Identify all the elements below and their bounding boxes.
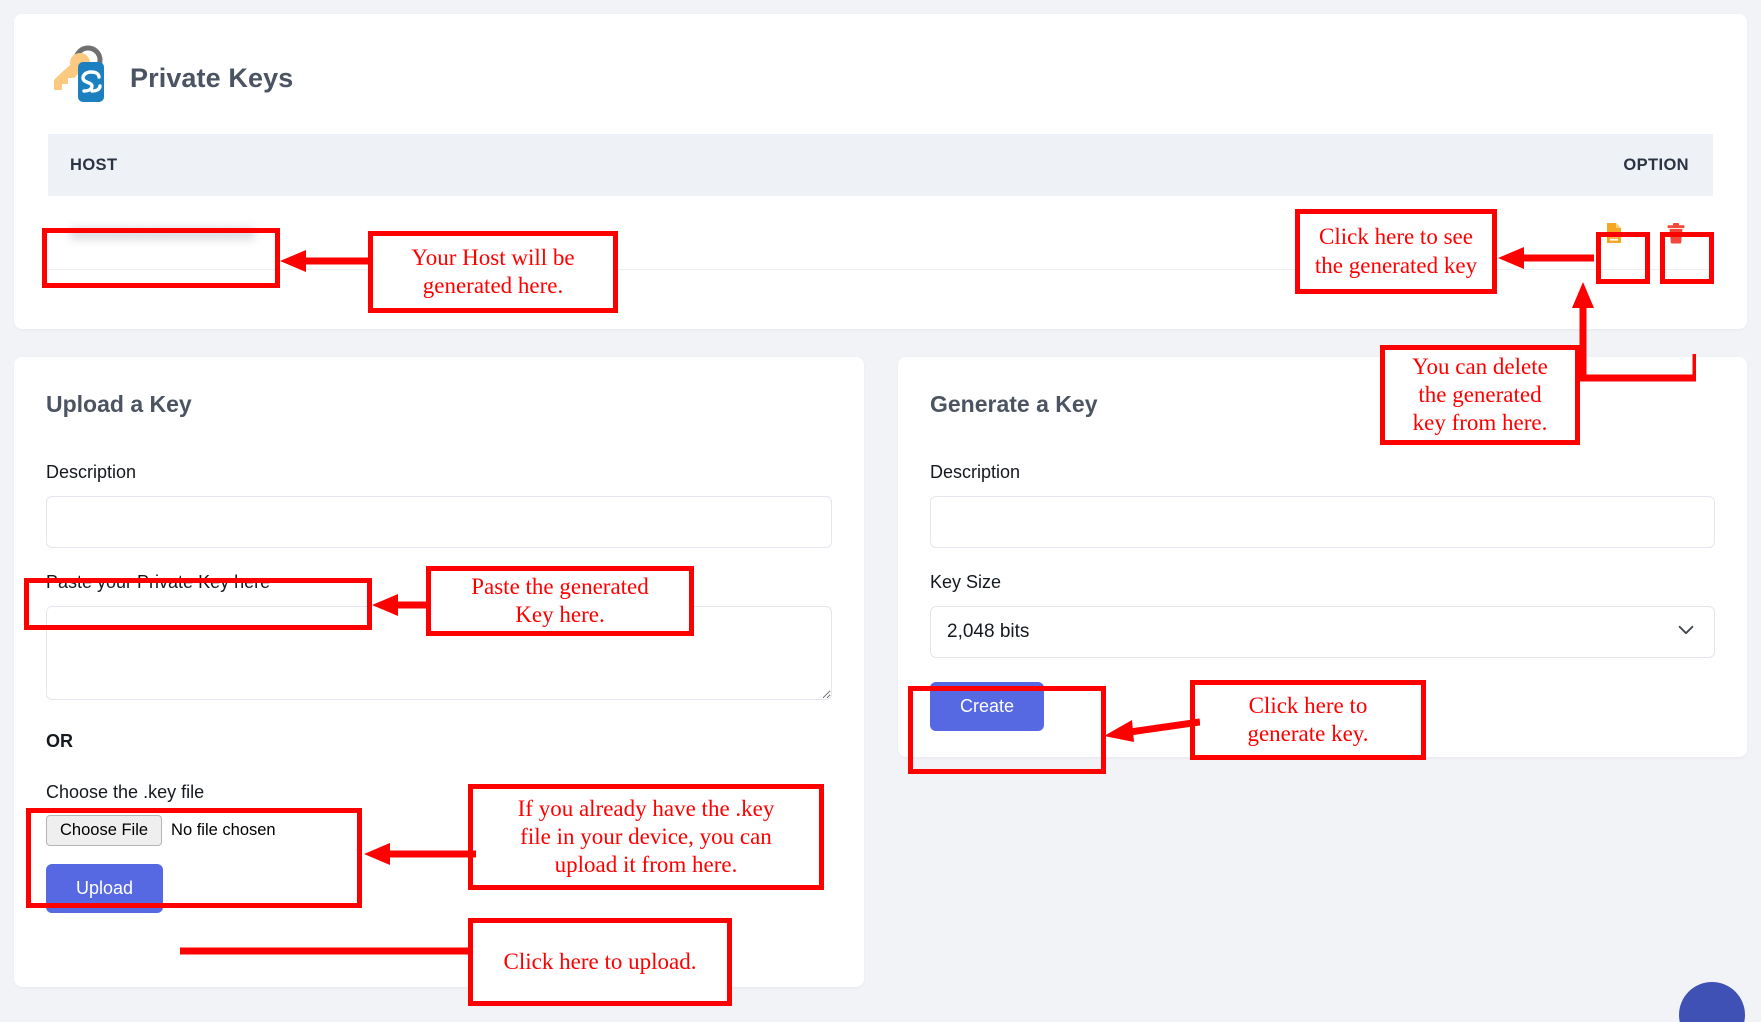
choose-file-label: Choose the .key file (46, 782, 832, 803)
floating-action-button[interactable] (1679, 982, 1745, 1022)
generate-description-input[interactable] (930, 496, 1715, 548)
or-separator: OR (46, 731, 832, 752)
host-value: xxxxxxxxxxxxxxxxxxxxx (70, 223, 255, 243)
upload-key-panel: Upload a Key Description Paste your Priv… (14, 357, 864, 987)
key-size-label: Key Size (930, 572, 1715, 593)
page-header: Private Keys (14, 14, 1747, 134)
create-button[interactable]: Create (930, 682, 1044, 731)
choose-file-button[interactable]: Choose File (46, 815, 162, 846)
private-key-label: Paste your Private Key here (46, 572, 832, 593)
key-size-select[interactable]: 2,048 bits (930, 606, 1715, 658)
upload-description-label: Description (46, 462, 832, 483)
column-header-option: OPTION (1623, 156, 1689, 175)
private-key-textarea[interactable] (46, 606, 832, 700)
row-actions (1601, 220, 1689, 246)
delete-key-icon[interactable] (1663, 220, 1689, 246)
key-size-select-wrap: 2,048 bits (930, 606, 1715, 658)
view-key-icon[interactable] (1601, 220, 1627, 246)
key-size-value: 2,048 bits (947, 621, 1029, 643)
upload-button[interactable]: Upload (46, 864, 163, 913)
keys-table-header: HOST OPTION (48, 134, 1713, 196)
upload-description-input[interactable] (46, 496, 832, 548)
generate-key-panel: Generate a Key Description Key Size 2,04… (898, 357, 1747, 757)
panels-row: Upload a Key Description Paste your Priv… (14, 357, 1747, 987)
file-status-text: No file chosen (171, 821, 276, 840)
file-input-row[interactable]: Choose File No file chosen (46, 815, 832, 846)
generate-panel-title: Generate a Key (930, 391, 1715, 418)
private-keys-card: Private Keys HOST OPTION xxxxxxxxxxxxxxx… (14, 14, 1747, 329)
column-header-host: HOST (70, 156, 117, 175)
upload-panel-title: Upload a Key (46, 391, 832, 418)
private-keys-page: Private Keys HOST OPTION xxxxxxxxxxxxxxx… (0, 0, 1761, 1022)
key-tag-icon (48, 44, 110, 112)
generate-description-label: Description (930, 462, 1715, 483)
page-title: Private Keys (130, 63, 293, 94)
table-row: xxxxxxxxxxxxxxxxxxxxx (48, 196, 1713, 270)
